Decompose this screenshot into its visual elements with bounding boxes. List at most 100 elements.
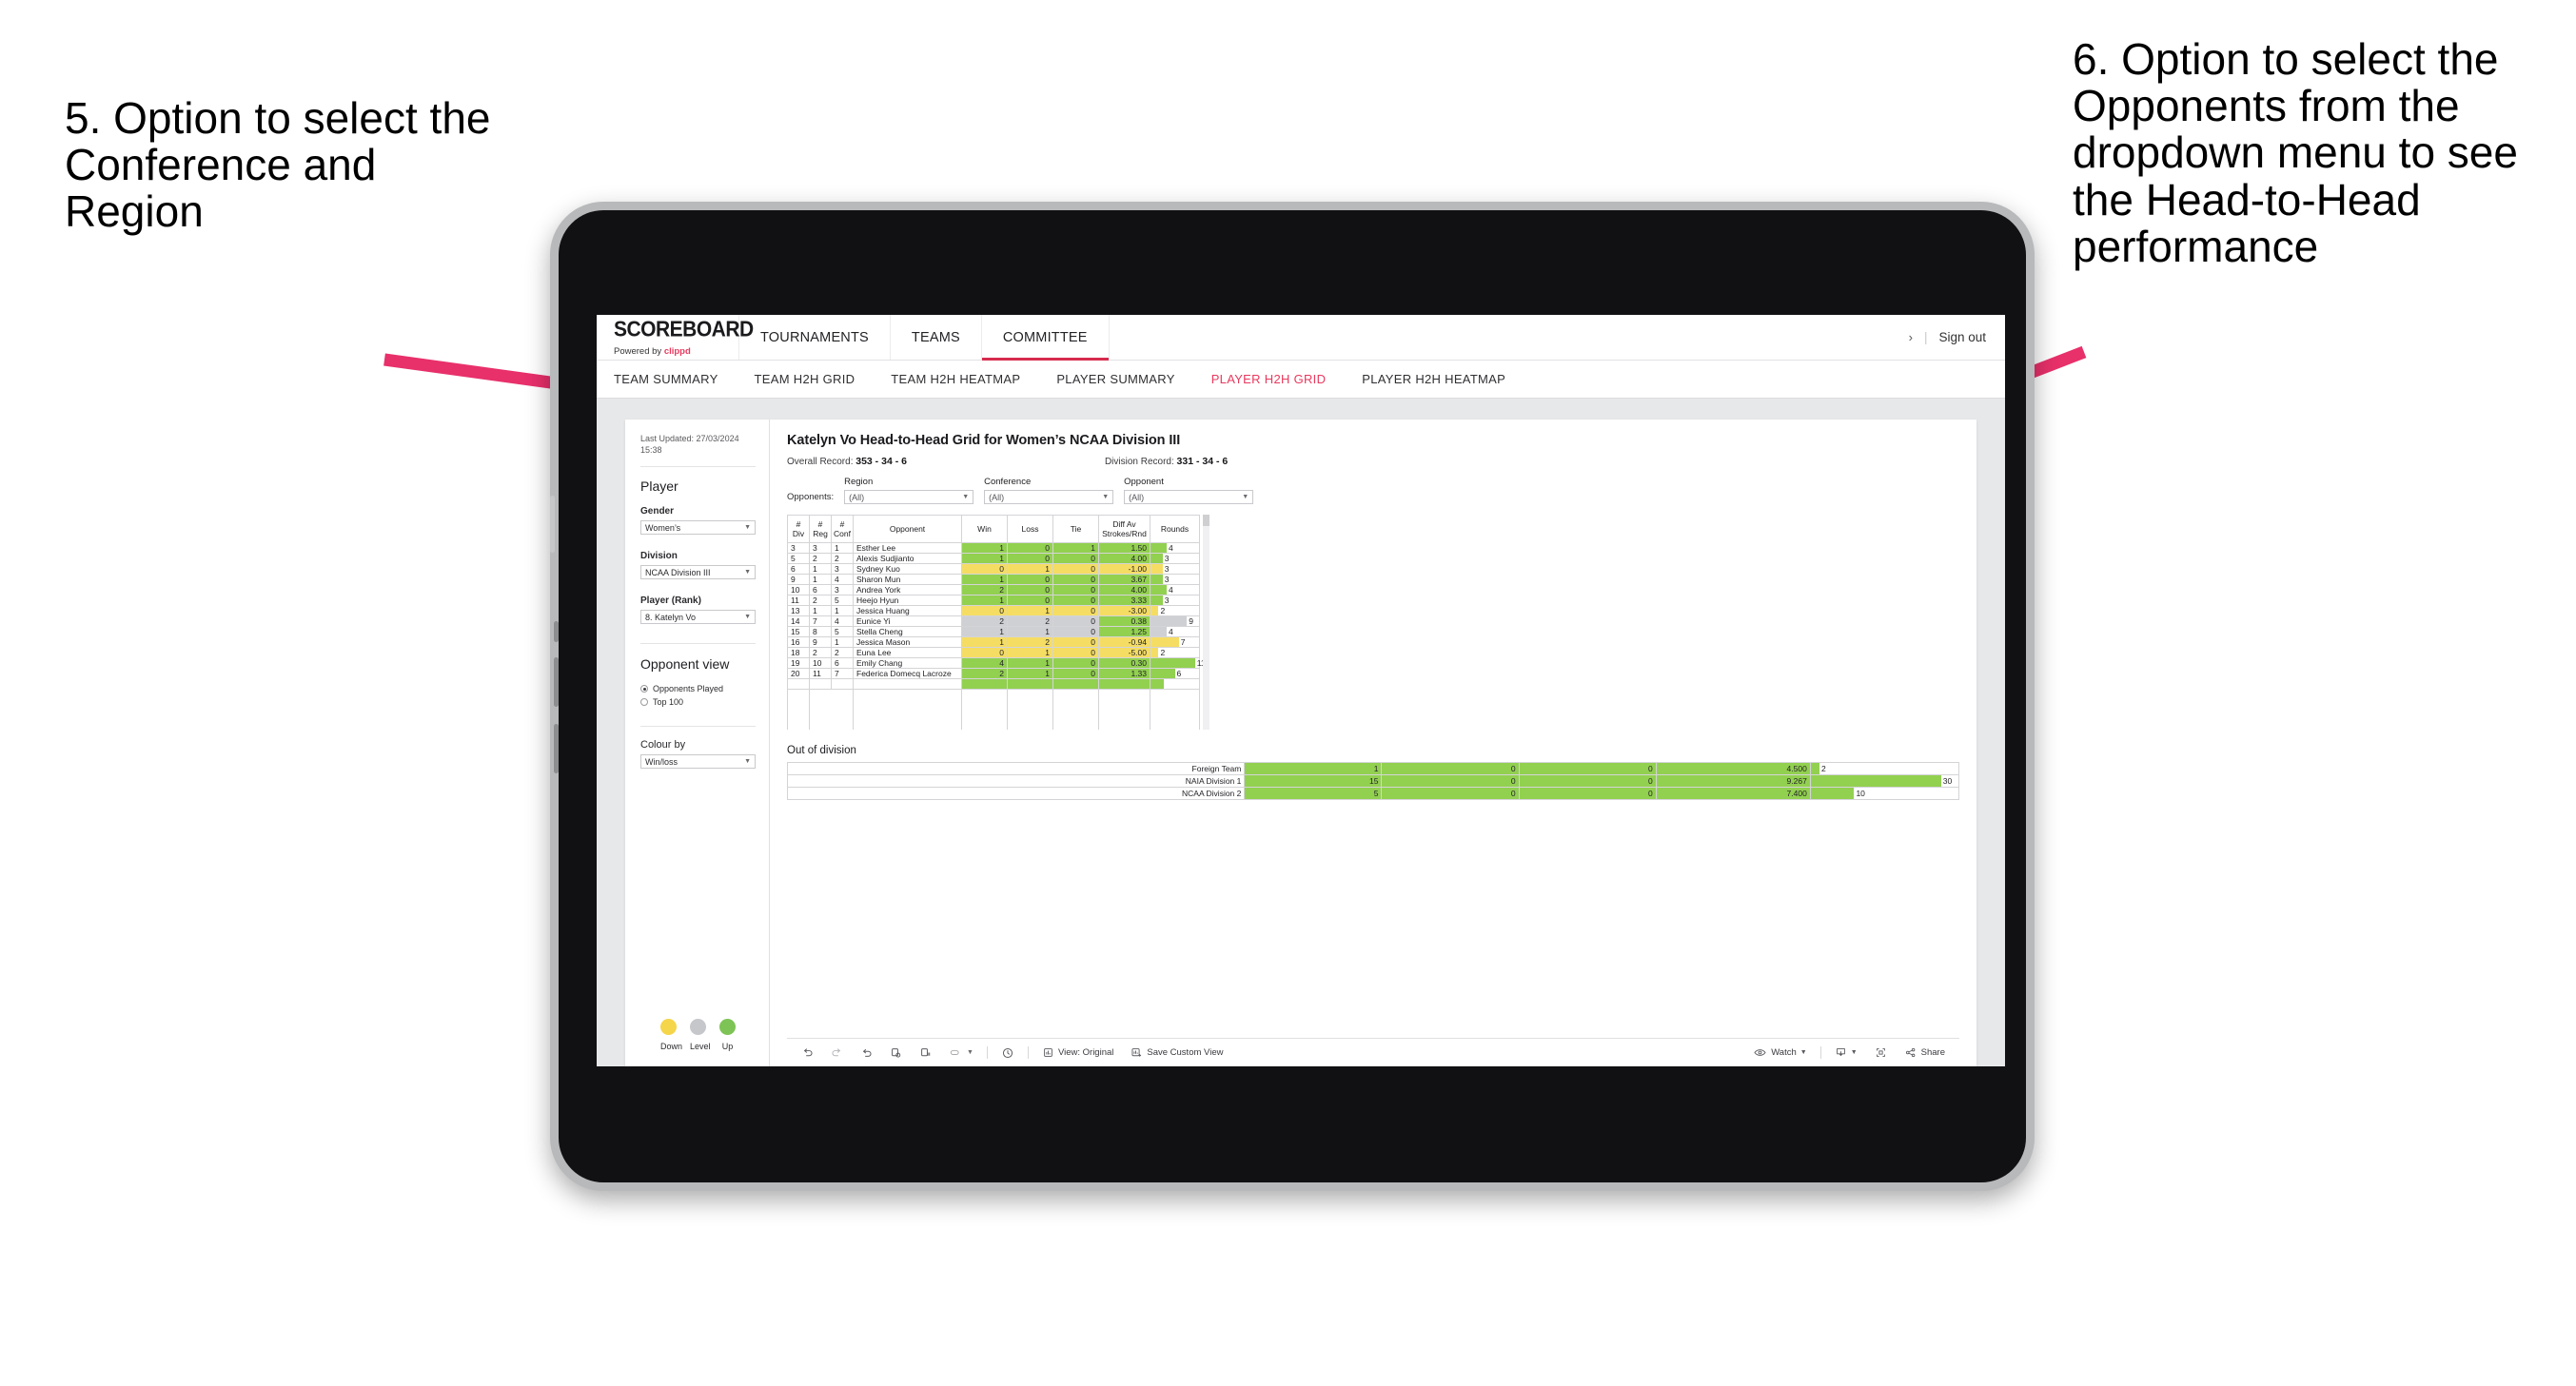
cell-rounds: 3 — [1150, 574, 1200, 586]
top-nav-tournaments[interactable]: TOURNAMENTS — [739, 315, 891, 360]
rounds-value: 2 — [1820, 763, 1826, 773]
cell-reg: 11 — [809, 668, 832, 680]
gender-select[interactable]: Women’s ▼ — [640, 520, 756, 536]
cell-loss: 0 — [1007, 574, 1053, 586]
table-row[interactable]: 16 9 1 Jessica Mason 1 2 0 -0.94 7 — [787, 636, 1200, 649]
table-row[interactable]: 18 2 2 Euna Lee 0 1 0 -5.00 2 — [787, 647, 1200, 659]
chevron-down-icon: ▼ — [744, 614, 751, 621]
chevron-down-icon: ▼ — [744, 758, 751, 766]
opponent-filter[interactable]: Opponent (All) ▼ — [1124, 477, 1254, 504]
division-select[interactable]: NCAA Division III ▼ — [640, 565, 756, 580]
opponent-label: Opponent — [1124, 477, 1164, 487]
cell-diff: -0.94 — [1098, 636, 1150, 649]
chevron-down-icon: ▼ — [1799, 1049, 1807, 1056]
fullscreen-button[interactable] — [1866, 1046, 1896, 1059]
table-row[interactable]: 14 7 4 Eunice Yi 2 2 0 0.38 9 — [787, 615, 1200, 628]
pause-button[interactable] — [911, 1046, 940, 1059]
table-row[interactable]: NAIA Division 1 15 0 0 9.267 30 — [786, 773, 1960, 788]
tab-team-h2h-heatmap[interactable]: TEAM H2H HEATMAP — [891, 372, 1020, 386]
table-row[interactable]: Foreign Team 1 0 0 4.500 2 — [786, 761, 1960, 775]
column-header[interactable]: Rounds — [1150, 514, 1200, 544]
table-row[interactable]: 6 1 3 Sydney Kuo 0 1 0 -1.00 3 — [787, 563, 1200, 576]
save-custom-view-button[interactable]: Save Custom View — [1122, 1046, 1231, 1059]
rounds-value: 9 — [1189, 616, 1193, 627]
region-select[interactable]: (All) ▼ — [844, 490, 974, 504]
table-row[interactable]: 10 6 3 Andrea York 2 0 0 4.00 4 — [787, 584, 1200, 596]
cell-rounds — [1150, 678, 1200, 690]
redo-button[interactable] — [822, 1046, 852, 1059]
cell-div: 11 — [787, 595, 810, 607]
tab-player-summary[interactable]: PLAYER SUMMARY — [1056, 372, 1174, 386]
cell-tie: 0 — [1052, 563, 1099, 576]
radio-top-100[interactable]: Top 100 — [640, 697, 756, 707]
scrollbar-thumb[interactable] — [1203, 515, 1209, 526]
column-header[interactable]: # Div — [787, 514, 810, 544]
cell-rounds: 2 — [1150, 647, 1200, 659]
table-row[interactable]: 11 2 5 Heejo Hyun 1 0 0 3.33 3 — [787, 595, 1200, 607]
opponent-select[interactable]: (All) ▼ — [1124, 490, 1254, 504]
column-header[interactable]: Diff Av Strokes/Rnd — [1098, 514, 1150, 544]
cell-rounds: 4 — [1150, 584, 1200, 596]
column-header[interactable]: # Reg — [809, 514, 832, 544]
cell-opponent: Heejo Hyun — [853, 595, 962, 607]
top-nav-teams[interactable]: TEAMS — [891, 315, 982, 360]
refresh-button[interactable] — [881, 1046, 911, 1059]
highlight-button[interactable]: ▼ — [940, 1046, 982, 1059]
table-row[interactable]: 3 3 1 Esther Lee 1 0 1 1.50 4 — [787, 542, 1200, 555]
watch-button[interactable]: Watch ▼ — [1744, 1046, 1816, 1059]
brand-powered-by: Powered by clippd — [614, 345, 691, 357]
cell-tie: 0 — [1518, 761, 1657, 775]
table-row[interactable]: 9 1 4 Sharon Mun 1 0 0 3.67 3 — [787, 574, 1200, 586]
cell-opponent: Emily Chang — [853, 657, 962, 670]
table-row[interactable]: 15 8 5 Stella Cheng 1 1 0 1.25 4 — [787, 626, 1200, 638]
view-original-button[interactable]: View: Original — [1033, 1046, 1122, 1059]
revert-button[interactable] — [852, 1046, 881, 1059]
table-row[interactable]: NCAA Division 2 5 0 0 7.400 10 — [786, 786, 1960, 800]
tab-player-h2h-heatmap[interactable]: PLAYER H2H HEATMAP — [1362, 372, 1505, 386]
table-row[interactable]: 19 10 6 Emily Chang 4 1 0 0.30 11 — [787, 657, 1206, 670]
cell-reg: 8 — [809, 626, 832, 638]
cell-conf: 3 — [831, 584, 854, 596]
conference-filter[interactable]: Conference (All) ▼ — [984, 477, 1114, 504]
table-row[interactable]: 13 1 1 Jessica Huang 0 1 0 -3.00 2 — [787, 605, 1200, 617]
scoreboard-logo[interactable]: SCOREBOARD Powered by clippd — [597, 315, 754, 360]
rounds-bar — [1810, 762, 1819, 774]
conference-select[interactable]: (All) ▼ — [984, 490, 1114, 504]
tab-team-summary[interactable]: TEAM SUMMARY — [614, 372, 718, 386]
cell-win: 1 — [961, 636, 1008, 649]
table-row[interactable]: 5 2 2 Alexis Sudjianto 1 0 0 4.00 3 — [787, 553, 1200, 565]
tab-team-h2h-grid[interactable]: TEAM H2H GRID — [755, 372, 855, 386]
undo-button[interactable] — [793, 1046, 822, 1059]
table-row[interactable]: 20 11 7 Federica Domecq Lacroze 2 1 0 1.33 6 — [787, 668, 1200, 680]
opponents-label: Opponents: — [787, 492, 835, 502]
column-header[interactable]: Tie — [1052, 514, 1099, 544]
table-row-empty — [787, 689, 1200, 699]
player-rank-select[interactable]: 8. Katelyn Vo ▼ — [640, 610, 756, 625]
colour-by-select[interactable]: Win/loss ▼ — [640, 754, 756, 770]
radio-icon — [640, 698, 648, 707]
table-row-partial[interactable] — [787, 678, 1200, 690]
cell-win: 1 — [961, 626, 1008, 638]
legend-dot-down — [660, 1019, 677, 1035]
sign-out-link[interactable]: Sign out — [1938, 330, 1986, 344]
column-header[interactable]: # Conf — [831, 514, 854, 544]
cell-tie: 0 — [1518, 773, 1657, 788]
volume-up-button[interactable] — [554, 621, 559, 642]
download-button[interactable]: ▼ — [1826, 1046, 1866, 1059]
top-nav-committee[interactable]: COMMITTEE — [981, 315, 1110, 361]
column-header[interactable]: Loss — [1007, 514, 1053, 544]
pause-autoupdate-button[interactable] — [993, 1046, 1023, 1060]
column-header[interactable]: Opponent — [853, 514, 962, 544]
column-header[interactable]: Win — [961, 514, 1008, 544]
table-scrollbar[interactable] — [1203, 515, 1209, 730]
cell-loss: 0 — [1007, 542, 1053, 555]
region-filter[interactable]: Region (All) ▼ — [844, 477, 974, 504]
power-button[interactable] — [554, 724, 559, 773]
radio-opponents-played[interactable]: Opponents Played — [640, 684, 756, 693]
colour-legend: Down Level Up — [640, 1019, 756, 1066]
share-label: Share — [1920, 1047, 1945, 1058]
cell-win: 4 — [961, 657, 1008, 670]
tab-player-h2h-grid[interactable]: PLAYER H2H GRID — [1211, 372, 1327, 386]
share-button[interactable]: Share — [1896, 1046, 1954, 1059]
volume-down-button[interactable] — [554, 657, 559, 707]
